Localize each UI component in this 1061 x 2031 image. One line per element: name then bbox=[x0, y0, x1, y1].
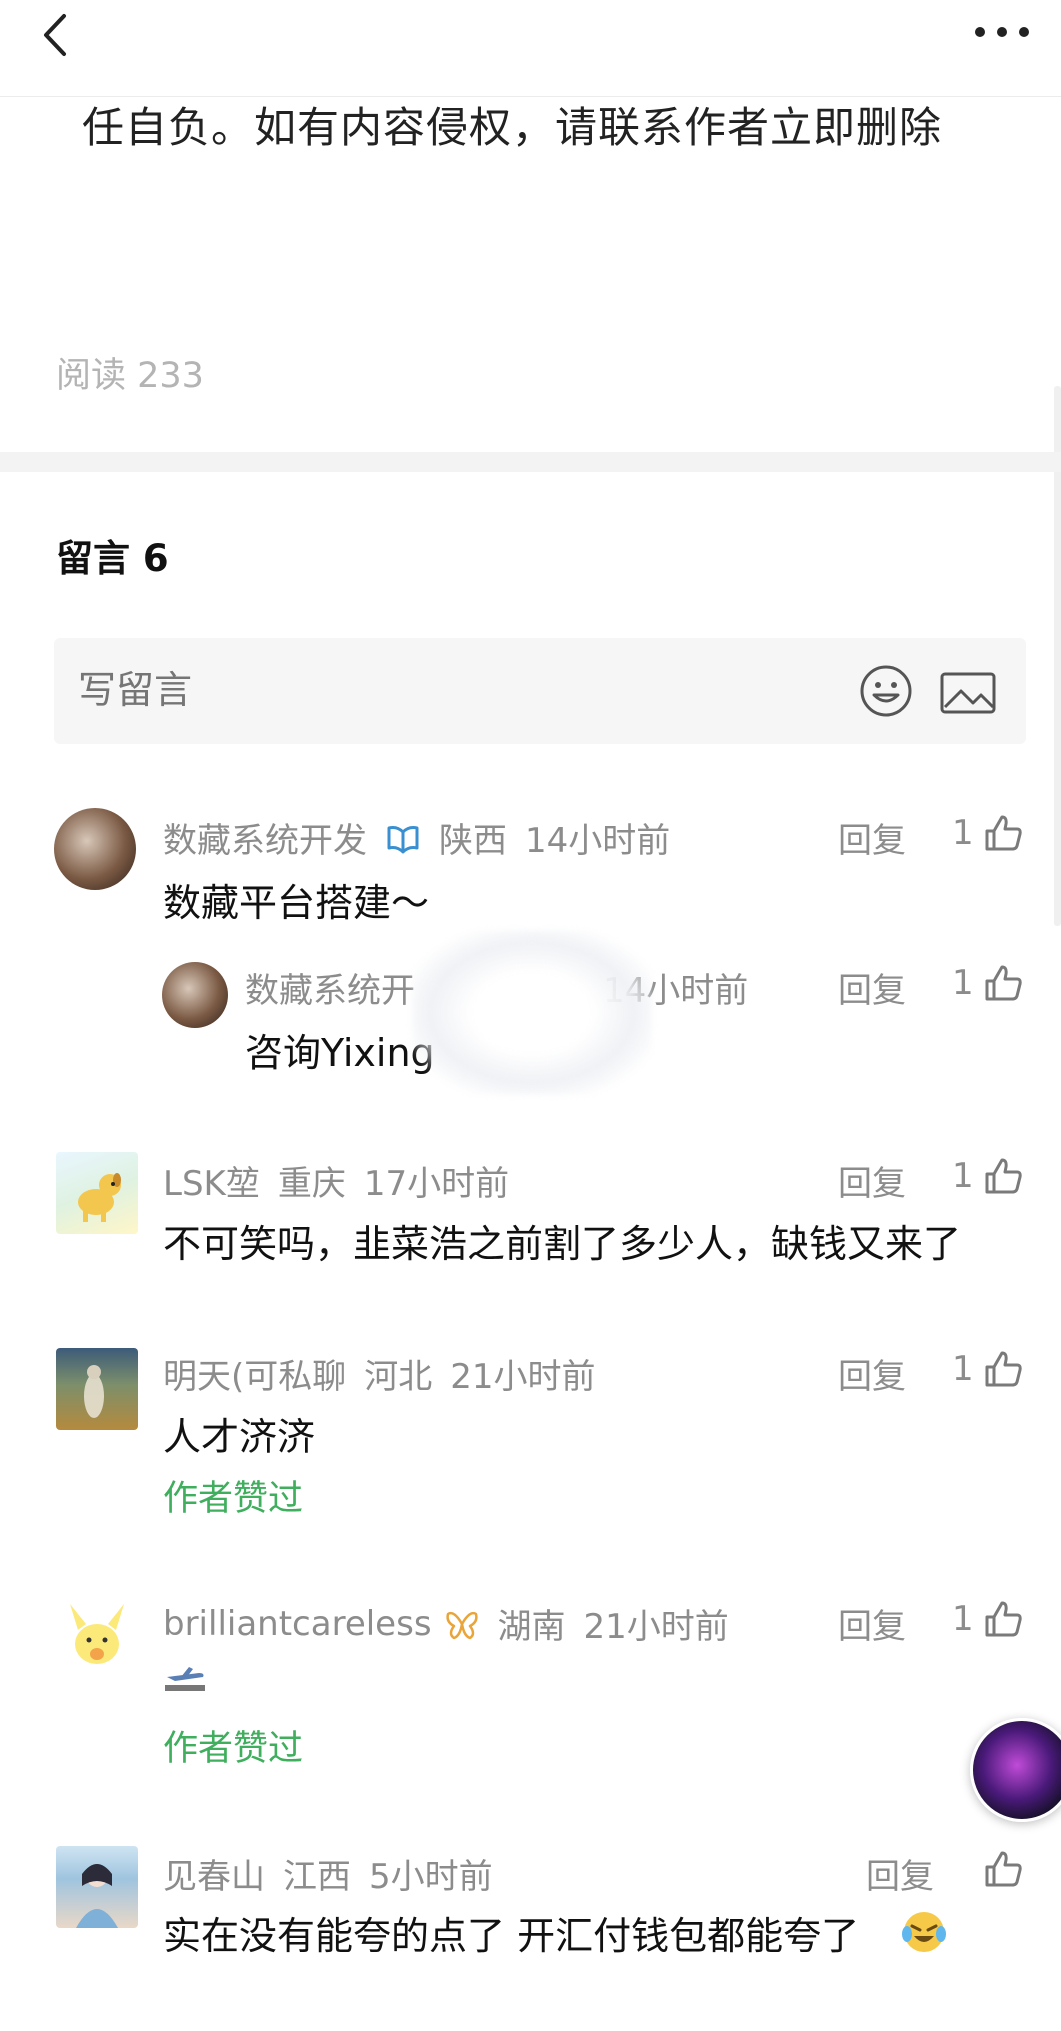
crying-laughing-emoji-icon bbox=[902, 1912, 946, 1952]
airplane-emoji-icon bbox=[165, 1667, 205, 1691]
author-liked-label: 作者赞过 bbox=[163, 1729, 304, 1769]
comment-text: 数藏平台搭建～ bbox=[163, 881, 430, 925]
avatar[interactable] bbox=[56, 1846, 138, 1928]
comment-time: 17小时前 bbox=[363, 1164, 510, 1204]
redaction-blur bbox=[412, 930, 652, 1095]
portrait-avatar-icon bbox=[76, 1864, 118, 1928]
reply-button[interactable]: 回复 bbox=[838, 1156, 906, 1205]
like-count: 1 bbox=[952, 1599, 974, 1639]
floating-avatar[interactable] bbox=[970, 1718, 1061, 1822]
section-divider bbox=[0, 452, 1061, 472]
reply-button[interactable]: 回复 bbox=[838, 1599, 906, 1648]
comment-nickname[interactable]: 明天(可私聊 bbox=[163, 1349, 346, 1398]
dog-avatar-icon bbox=[78, 1173, 121, 1222]
comment-region: 陕西 bbox=[439, 821, 507, 861]
read-count: 阅读 233 bbox=[56, 356, 204, 396]
image-icon[interactable] bbox=[939, 671, 997, 715]
comment-time: 5小时前 bbox=[369, 1857, 493, 1897]
comment-nickname-row: LSK堃 重庆 17小时前 bbox=[163, 1156, 527, 1205]
avatar[interactable] bbox=[56, 1152, 138, 1234]
top-bar bbox=[0, 0, 1061, 97]
comment-nickname[interactable]: LSK堃 bbox=[163, 1156, 260, 1205]
back-arrow-icon[interactable] bbox=[38, 10, 78, 60]
thumbs-up-icon[interactable] bbox=[983, 1849, 1023, 1889]
book-badge-icon bbox=[387, 825, 419, 853]
comment-nickname-row: 明天(可私聊 河北 21小时前 bbox=[163, 1349, 614, 1398]
like-count: 1 bbox=[952, 1349, 974, 1389]
comment-nickname-row: 数藏系统开发 陕西 14小时前 bbox=[163, 813, 688, 862]
thumbs-up-icon[interactable] bbox=[983, 1599, 1023, 1639]
reply-button[interactable]: 回复 bbox=[838, 813, 906, 862]
figure-avatar-icon bbox=[84, 1365, 104, 1418]
like-count: 1 bbox=[952, 963, 974, 1003]
thumbs-up-icon[interactable] bbox=[983, 963, 1023, 1003]
comment-region: 河北 bbox=[364, 1357, 433, 1397]
like-count: 1 bbox=[952, 1156, 974, 1196]
avatar[interactable] bbox=[56, 1348, 138, 1430]
pikachu-avatar-icon bbox=[70, 1604, 124, 1664]
comment-nickname[interactable]: 见春山 bbox=[163, 1849, 265, 1898]
article-text-tail: 任自负。如有内容侵权，请联系作者立即删除 bbox=[82, 103, 943, 152]
comment-region: 重庆 bbox=[277, 1164, 346, 1204]
reply-nickname[interactable]: 数藏系统开 bbox=[245, 963, 415, 1012]
avatar[interactable] bbox=[56, 1596, 138, 1678]
reply-button[interactable]: 回复 bbox=[838, 1349, 906, 1398]
thumbs-up-icon[interactable] bbox=[983, 1349, 1023, 1389]
author-liked-label: 作者赞过 bbox=[163, 1479, 304, 1519]
comment-time: 14小时前 bbox=[525, 821, 671, 861]
avatar[interactable] bbox=[162, 962, 228, 1028]
comment-nickname-row: 见春山 江西 5小时前 bbox=[163, 1849, 511, 1898]
comment-input-bar[interactable] bbox=[54, 638, 1026, 744]
comment-nickname[interactable]: 数藏系统开发 bbox=[163, 813, 367, 862]
thumbs-up-icon[interactable] bbox=[983, 1156, 1023, 1196]
comment-text: 人才济济 bbox=[163, 1415, 316, 1459]
comment-nickname-row: brilliantcareless 湖南 21小时前 bbox=[163, 1599, 747, 1648]
emoji-icon[interactable] bbox=[858, 663, 914, 719]
avatar[interactable] bbox=[54, 808, 136, 890]
comment-input[interactable] bbox=[78, 668, 678, 712]
comment-region: 江西 bbox=[283, 1857, 351, 1897]
like-count: 1 bbox=[952, 813, 974, 853]
comment-nickname[interactable]: brilliantcareless bbox=[163, 1604, 432, 1644]
comment-time: 21小时前 bbox=[450, 1357, 596, 1397]
reply-button[interactable]: 回复 bbox=[866, 1849, 934, 1898]
reply-button[interactable]: 回复 bbox=[838, 963, 906, 1012]
comments-title: 留言 6 bbox=[56, 537, 169, 580]
comment-region: 湖南 bbox=[497, 1607, 566, 1647]
comment-time: 21小时前 bbox=[583, 1607, 729, 1647]
reply-text: 咨询Yixing bbox=[245, 1031, 435, 1075]
comment-text: 实在没有能夸的点了 开汇付钱包都能夸了 bbox=[163, 1914, 860, 1958]
comment-text: 不可笑吗，韭菜浩之前割了多少人，缺钱又来了 bbox=[163, 1222, 962, 1266]
thumbs-up-icon[interactable] bbox=[983, 813, 1023, 853]
more-options-icon[interactable] bbox=[972, 24, 1032, 40]
butterfly-badge-icon bbox=[445, 1611, 478, 1639]
